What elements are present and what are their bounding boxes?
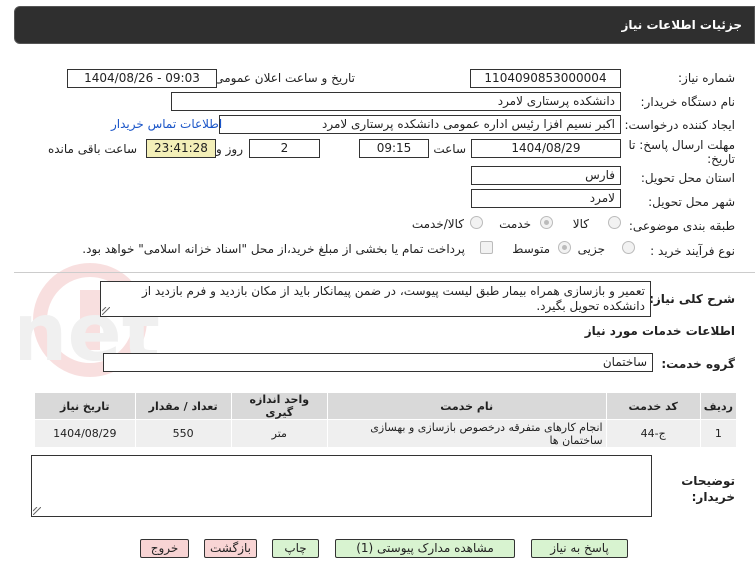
category-radio-goods-service[interactable] [470, 216, 483, 229]
col-header-service-code: کد خدمت [605, 392, 701, 420]
services-table: ردیف کد خدمت نام خدمت واحد اندازه گیری ت… [34, 392, 738, 448]
cell-service-name: انجام کارهای متفرقه درخصوص بازسازی و بهس… [326, 419, 607, 448]
announce-label: تاریخ و ساعت اعلان عمومی: [210, 71, 355, 85]
category-option-service: خدمت [499, 217, 531, 231]
back-button[interactable]: بازگشت [204, 539, 257, 558]
table-header-row: ردیف کد خدمت نام خدمت واحد اندازه گیری ت… [34, 392, 738, 420]
announce-datetime-field[interactable]: 1404/08/26 - 09:03 [67, 69, 217, 88]
days-label: روز و [216, 142, 243, 156]
col-header-service-name: نام خدمت [326, 392, 607, 420]
city-label: شهر محل تحویل: [648, 195, 735, 209]
col-header-row-number: ردیف [699, 392, 738, 420]
col-header-need-date: تاریخ نیاز [34, 392, 136, 420]
province-label: استان محل تحویل: [640, 171, 735, 185]
days-remaining-field[interactable]: 2 [249, 139, 320, 158]
resize-handle-icon[interactable] [33, 507, 41, 515]
resize-handle-icon[interactable] [102, 307, 110, 315]
table-row[interactable]: 1 ج-44 انجام کارهای متفرقه درخصوص بازساز… [34, 419, 738, 448]
process-label: نوع فرآیند خرید : [650, 244, 735, 258]
summary-text: تعمیر و بازسازی همراه بیمار طبق لیست پیو… [141, 284, 645, 313]
treasury-payment-note: پرداخت تمام یا بخشی از مبلغ خرید،از محل … [82, 242, 465, 256]
treasury-checkbox[interactable] [480, 241, 493, 254]
process-radio-minor[interactable] [622, 241, 635, 254]
deadline-time-field[interactable]: 09:15 [359, 139, 429, 158]
process-option-medium: متوسط [512, 242, 550, 256]
category-radio-goods[interactable] [608, 216, 621, 229]
process-option-minor: جزیی [577, 242, 605, 256]
buyer-org-field[interactable]: دانشکده پرستاری لامرد [171, 92, 621, 111]
buyer-notes-label: توضیحات [681, 474, 735, 488]
category-radio-service[interactable] [540, 216, 553, 229]
buyer-org-label: نام دستگاه خریدار: [640, 95, 736, 109]
view-attachments-button[interactable]: مشاهده مدارک پیوستی (1) [335, 539, 515, 558]
col-header-quantity: تعداد / مقدار [134, 392, 232, 420]
exit-button[interactable]: خروج [140, 539, 189, 558]
time-label: ساعت [433, 142, 466, 156]
cell-need-date: 1404/08/29 [34, 419, 136, 448]
category-option-goods-service: کالا/خدمت [411, 217, 464, 231]
title-bar: جزئیات اطلاعات نیاز [14, 6, 755, 44]
summary-textarea[interactable]: تعمیر و بازسازی همراه بیمار طبق لیست پیو… [100, 281, 651, 317]
deadline-date-field[interactable]: 1404/08/29 [471, 139, 621, 158]
page-title: جزئیات اطلاعات نیاز [621, 18, 742, 32]
need-number-field[interactable]: 1104090853000004 [470, 69, 621, 88]
process-radio-medium[interactable] [558, 241, 571, 254]
remaining-time-field: 23:41:28 [146, 139, 216, 158]
service-group-field[interactable]: ساختمان [103, 353, 653, 372]
buyer-notes-textarea[interactable] [31, 455, 652, 517]
category-label: طبقه بندی موضوعی: [628, 219, 735, 233]
deadline-label: مهلت ارسال پاسخ: تا [628, 138, 735, 152]
category-option-goods: کالا [572, 217, 589, 231]
creator-label: ایجاد کننده درخواست: [624, 118, 735, 132]
need-number-label: شماره نیاز: [678, 71, 735, 85]
cell-quantity: 550 [134, 419, 232, 448]
service-group-label: گروه خدمت: [661, 357, 735, 371]
city-field[interactable]: لامرد [471, 189, 621, 208]
reply-button[interactable]: پاسخ به نیاز [531, 539, 628, 558]
cell-unit: متر [230, 419, 328, 448]
province-field[interactable]: فارس [471, 166, 621, 185]
cell-row-number: 1 [699, 419, 738, 448]
cell-service-code: ج-44 [605, 419, 701, 448]
services-heading: اطلاعات خدمات مورد نیاز [584, 324, 735, 338]
col-header-unit: واحد اندازه گیری [230, 392, 328, 420]
deadline-date-label: تاریخ: [707, 152, 735, 166]
remaining-time-label: ساعت باقی مانده [47, 142, 137, 156]
buyer-contact-link[interactable]: اطلاعات تماس خریدار [111, 117, 222, 131]
buyer-notes-label-2: خریدار: [691, 490, 735, 504]
print-button[interactable]: چاپ [272, 539, 319, 558]
summary-label: شرح کلی نیاز: [649, 292, 735, 306]
creator-field[interactable]: اکبر نسیم افزا رئیس اداره عمومی دانشکده … [219, 115, 621, 134]
